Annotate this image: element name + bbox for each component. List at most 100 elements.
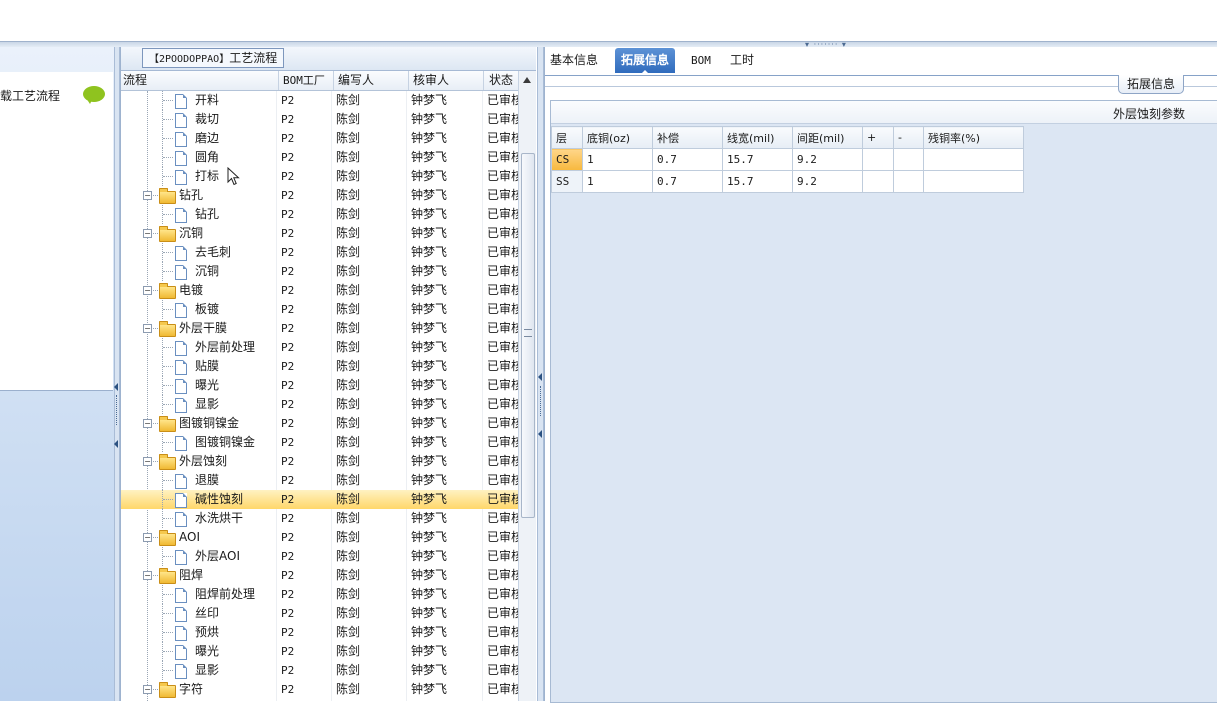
- collapse-left-arrow-icon[interactable]: [114, 440, 118, 448]
- cell-bom: P2: [281, 474, 295, 487]
- tree-row[interactable]: 显影 P2 陈剑 钟梦飞 已审核: [121, 661, 518, 680]
- collapse-toggle-icon[interactable]: −: [143, 457, 152, 466]
- splitter-grip-icon[interactable]: [116, 395, 119, 425]
- tree-row[interactable]: − 外层干膜 P2 陈剑 钟梦飞 已审核: [121, 319, 518, 338]
- tree-row[interactable]: − 字符 P2 陈剑 钟梦飞 已审核: [121, 680, 518, 699]
- grid-header-minus[interactable]: -: [893, 126, 924, 149]
- collapse-toggle-icon[interactable]: −: [143, 229, 152, 238]
- grid-cell-base-copper[interactable]: 1: [582, 148, 653, 171]
- grid-cell-compensation[interactable]: 0.7: [652, 170, 723, 193]
- tree-row[interactable]: 丝印 P2 陈剑 钟梦飞 已审核: [121, 604, 518, 623]
- cell-bom: P2: [281, 284, 295, 297]
- grid-header-residual[interactable]: 残铜率(%): [923, 126, 1024, 149]
- grid-cell-layer[interactable]: CS: [551, 148, 583, 171]
- cell-status: 已审核: [487, 378, 518, 392]
- grid-header-plus[interactable]: +: [862, 126, 894, 149]
- tab-work-hours[interactable]: 工时: [730, 48, 754, 73]
- grid-row[interactable]: SS 1 0.7 15.7 9.2: [551, 170, 1024, 193]
- tab-extended-info[interactable]: 拓展信息: [615, 48, 676, 75]
- cell-writer: 陈剑: [336, 568, 361, 582]
- scrollbar-thumb[interactable]: [521, 153, 535, 518]
- tree-row[interactable]: − AOI P2 陈剑 钟梦飞 已审核: [121, 528, 518, 547]
- column-header-reviewer[interactable]: 核审人: [411, 71, 484, 90]
- tree-row[interactable]: 沉铜 P2 陈剑 钟梦飞 已审核: [121, 262, 518, 281]
- splitter-grip-icon[interactable]: [540, 386, 543, 416]
- extended-info-button[interactable]: 拓展信息: [1118, 75, 1185, 94]
- tree-row[interactable]: 曝光 P2 陈剑 钟梦飞 已审核: [121, 376, 518, 395]
- tree-row[interactable]: 曝光 P2 陈剑 钟梦飞 已审核: [121, 642, 518, 661]
- tree-node-label: 贴膜: [195, 359, 220, 373]
- tree-node-label: 开料: [195, 93, 220, 107]
- tree-row[interactable]: − 阻焊 P2 陈剑 钟梦飞 已审核: [121, 566, 518, 585]
- grid-cell-line-width[interactable]: 15.7: [722, 148, 793, 171]
- tree-row[interactable]: 开料 P2 陈剑 钟梦飞 已审核: [121, 91, 518, 110]
- tree-row[interactable]: 打标 P2 陈剑 钟梦飞 已审核: [121, 167, 518, 186]
- tree-row[interactable]: 图镀铜镍金 P2 陈剑 钟梦飞 已审核: [121, 433, 518, 452]
- document-icon: [175, 113, 187, 128]
- document-icon: [175, 664, 187, 679]
- folder-icon: [159, 188, 176, 204]
- tab-basic-info[interactable]: 基本信息: [550, 48, 598, 73]
- grid-cell-minus[interactable]: [893, 148, 924, 171]
- grid-cell-layer[interactable]: SS: [551, 170, 583, 193]
- tree-row[interactable]: 外层前处理 P2 陈剑 钟梦飞 已审核: [121, 338, 518, 357]
- tree-row[interactable]: − 钻孔 P2 陈剑 钟梦飞 已审核: [121, 186, 518, 205]
- collapse-left-arrow-icon[interactable]: [114, 383, 118, 391]
- collapse-left-arrow-icon[interactable]: [538, 373, 542, 381]
- grid-cell-residual[interactable]: [923, 170, 1024, 193]
- grid-cell-base-copper[interactable]: 1: [582, 170, 653, 193]
- chat-bubble-icon[interactable]: [83, 86, 105, 104]
- tree-row[interactable]: 板镀 P2 陈剑 钟梦飞 已审核: [121, 300, 518, 319]
- tree-row[interactable]: 圆角 P2 陈剑 钟梦飞 已审核: [121, 148, 518, 167]
- tree-row[interactable]: 水洗烘干 P2 陈剑 钟梦飞 已审核: [121, 509, 518, 528]
- collapse-left-arrow-icon[interactable]: [538, 430, 542, 438]
- tree-row[interactable]: 阻焊前处理 P2 陈剑 钟梦飞 已审核: [121, 585, 518, 604]
- grid-cell-spacing[interactable]: 9.2: [792, 148, 863, 171]
- collapse-toggle-icon[interactable]: −: [143, 533, 152, 542]
- tree-row[interactable]: 碱性蚀刻 P2 陈剑 钟梦飞 已审核: [121, 490, 518, 509]
- cell-writer: 陈剑: [336, 321, 361, 335]
- collapse-toggle-icon[interactable]: −: [143, 286, 152, 295]
- left-nav-item-process[interactable]: 载工艺流程: [0, 84, 112, 106]
- tree-row[interactable]: − 沉铜 P2 陈剑 钟梦飞 已审核: [121, 224, 518, 243]
- tree-row[interactable]: 显影 P2 陈剑 钟梦飞 已审核: [121, 395, 518, 414]
- column-header-bom[interactable]: BOM工厂: [281, 71, 334, 90]
- tree-row[interactable]: − 图镀铜镍金 P2 陈剑 钟梦飞 已审核: [121, 414, 518, 433]
- collapse-toggle-icon[interactable]: −: [143, 324, 152, 333]
- tree-row[interactable]: − 外层蚀刻 P2 陈剑 钟梦飞 已审核: [121, 452, 518, 471]
- tree-vertical-scrollbar[interactable]: [518, 71, 536, 701]
- tree-row[interactable]: 去毛刺 P2 陈剑 钟梦飞 已审核: [121, 243, 518, 262]
- collapse-toggle-icon[interactable]: −: [143, 419, 152, 428]
- grid-header-base-copper[interactable]: 底铜(oz): [582, 126, 653, 149]
- grid-cell-minus[interactable]: [893, 170, 924, 193]
- grid-row[interactable]: CS 1 0.7 15.7 9.2: [551, 148, 1024, 171]
- tree-row[interactable]: 磨边 P2 陈剑 钟梦飞 已审核: [121, 129, 518, 148]
- tree-row[interactable]: 裁切 P2 陈剑 钟梦飞 已审核: [121, 110, 518, 129]
- grid-header-line-width[interactable]: 线宽(mil): [722, 126, 793, 149]
- grid-header-spacing[interactable]: 间距(mil): [792, 126, 863, 149]
- grid-cell-residual[interactable]: [923, 148, 1024, 171]
- scroll-up-arrow-icon[interactable]: [523, 77, 531, 83]
- column-header-status[interactable]: 状态: [487, 71, 520, 90]
- grid-cell-spacing[interactable]: 9.2: [792, 170, 863, 193]
- collapse-toggle-icon[interactable]: −: [143, 685, 152, 694]
- grid-cell-plus[interactable]: [862, 170, 894, 193]
- tree-row[interactable]: 贴膜 P2 陈剑 钟梦飞 已审核: [121, 357, 518, 376]
- tree-row[interactable]: 外层AOI P2 陈剑 钟梦飞 已审核: [121, 547, 518, 566]
- column-header-name[interactable]: 流程: [121, 71, 279, 90]
- tab-bom[interactable]: BOM: [691, 48, 711, 73]
- grid-header-compensation[interactable]: 补偿: [652, 126, 723, 149]
- collapse-toggle-icon[interactable]: −: [143, 571, 152, 580]
- cell-status: 已审核: [487, 188, 518, 202]
- tree-guide-line: [163, 404, 173, 405]
- tree-row[interactable]: 退膜 P2 陈剑 钟梦飞 已审核: [121, 471, 518, 490]
- collapse-toggle-icon[interactable]: −: [143, 191, 152, 200]
- column-header-writer[interactable]: 编写人: [336, 71, 409, 90]
- grid-cell-compensation[interactable]: 0.7: [652, 148, 723, 171]
- grid-cell-line-width[interactable]: 15.7: [722, 170, 793, 193]
- tree-row[interactable]: 预烘 P2 陈剑 钟梦飞 已审核: [121, 623, 518, 642]
- tree-row[interactable]: 钻孔 P2 陈剑 钟梦飞 已审核: [121, 205, 518, 224]
- tree-row[interactable]: − 电镀 P2 陈剑 钟梦飞 已审核: [121, 281, 518, 300]
- grid-cell-plus[interactable]: [862, 148, 894, 171]
- grid-header-layer[interactable]: 层: [551, 126, 583, 149]
